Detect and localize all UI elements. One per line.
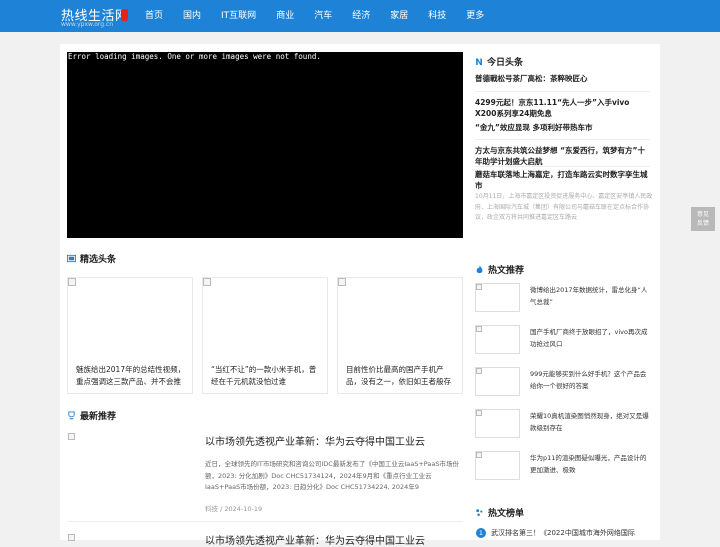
- logo-url: www.ypxw.org.cn: [61, 21, 114, 28]
- featured-card-title: 目前性价比最高的国产手机产品，没有之一，依旧如王者般存在: [346, 365, 451, 386]
- today-item[interactable]: 方太与京东共筑公益梦想 “东爱西行，筑梦有方”十年助学计划盛大启航: [475, 145, 650, 167]
- nav-item-home[interactable]: 首页: [135, 0, 173, 32]
- nav-item-more[interactable]: 更多: [456, 0, 494, 32]
- rank-item[interactable]: 武汉排名第三！《2022中国城市海外网络国际: [491, 528, 635, 538]
- recommend-thumb[interactable]: [475, 409, 520, 438]
- hot-rank-heading: 热文榜单: [475, 506, 524, 519]
- featured-heading: 精选头条: [67, 252, 116, 265]
- top-navbar: 热线生活网 www.ypxw.org.cn 首页 国内 IT互联网 商业 汽车 …: [0, 0, 720, 32]
- featured-card-title: 魅族给出2017年的总结性视频，重点强调这三款产品、并不会推出新品: [76, 365, 186, 386]
- n-icon: N: [475, 58, 483, 68]
- broken-image-icon: [338, 278, 346, 286]
- broken-image-icon: [476, 410, 482, 416]
- recommend-item[interactable]: 微博给出2017年数据统计，雷总化身“人气总裁”: [530, 284, 650, 308]
- nav-item-auto[interactable]: 汽车: [304, 0, 342, 32]
- featured-card-title: “当红不让”的一款小米手机，曾经在千元机就没怕过谁: [211, 365, 317, 386]
- recommend-thumb[interactable]: [475, 367, 520, 396]
- fire-icon: [476, 265, 483, 274]
- recommend-thumb[interactable]: [475, 325, 520, 354]
- featured-card[interactable]: 魅族给出2017年的总结性视频，重点强调这三款产品、并不会推出新品: [67, 277, 193, 394]
- broken-image-icon: [476, 326, 482, 332]
- broken-image-icon: [203, 278, 211, 286]
- latest-heading-label: 最新推荐: [80, 412, 117, 422]
- nav-item-business[interactable]: 商业: [266, 0, 304, 32]
- recommend-thumb[interactable]: [475, 283, 520, 312]
- today-item-desc: 10月11日，上海市嘉定区投资促进服务中心、嘉定区安亭镇人民政府、上海国际汽车城…: [475, 193, 653, 221]
- article-meta: 科技 / 2024-10-19: [205, 505, 263, 513]
- nav-item-economy[interactable]: 经济: [342, 0, 380, 32]
- divider: [475, 139, 650, 140]
- hot-recommend-heading: 热文推荐: [475, 263, 524, 276]
- logo-mark-icon: [121, 9, 128, 21]
- site-logo[interactable]: 热线生活网 www.ypxw.org.cn: [61, 5, 131, 29]
- trophy-icon: [68, 411, 75, 420]
- latest-heading: 最新推荐: [67, 409, 116, 422]
- recommend-item[interactable]: 荣耀10真机渲染图悄然现身，绝对又是爆款级别存在: [530, 410, 650, 434]
- banner-error-text: Error loading images. One or more images…: [68, 52, 321, 61]
- article-title[interactable]: 以市场领先透视产业革新：华为云夺得中国工业云: [205, 433, 425, 448]
- article-excerpt: 近日，全球领先的IT市场研究和咨询公司IDC最新发布了《中国工业云IaaS+Pa…: [205, 460, 460, 491]
- feedback-label-line1: 意见: [696, 211, 709, 218]
- nav-item-domestic[interactable]: 国内: [173, 0, 211, 32]
- today-heading: N 今日头条: [475, 55, 523, 68]
- divider: [475, 91, 650, 92]
- banner-slider[interactable]: Error loading images. One or more images…: [67, 52, 463, 238]
- nav-item-home-living[interactable]: 家居: [380, 0, 418, 32]
- hot-rank-heading-label: 热文榜单: [488, 509, 525, 519]
- featured-heading-label: 精选头条: [80, 255, 117, 265]
- featured-card[interactable]: 目前性价比最高的国产手机产品，没有之一，依旧如王者般存在: [337, 277, 463, 394]
- featured-card[interactable]: “当红不让”的一款小米手机，曾经在千元机就没怕过谁: [202, 277, 328, 394]
- hot-recommend-heading-label: 热文推荐: [488, 266, 525, 276]
- broken-image-icon: [476, 284, 482, 290]
- divider: [475, 166, 650, 167]
- recommend-item[interactable]: 国产手机厂商终于放眼招了，vivo再次成功抢过风口: [530, 326, 650, 350]
- main-nav: 首页 国内 IT互联网 商业 汽车 经济 家居 科技 更多: [135, 0, 494, 32]
- recommend-item[interactable]: 999元能够买到什么好手机？这个产品会给你一个很好的答案: [530, 368, 650, 392]
- today-item[interactable]: 普德戰松号茶厂高松：茶粹映匠心: [475, 73, 650, 84]
- spark-icon: [476, 509, 483, 517]
- featured-icon: [67, 254, 76, 263]
- recommend-thumb[interactable]: [475, 451, 520, 480]
- broken-image-icon: [476, 452, 482, 458]
- feedback-label-line2: 反馈: [696, 220, 709, 227]
- broken-image-icon: [68, 433, 75, 440]
- today-item[interactable]: 蘑菇车联落地上海嘉定，打造车路云实时数字孪生城市: [475, 169, 650, 191]
- nav-item-it[interactable]: IT互联网: [211, 0, 266, 32]
- nav-item-tech[interactable]: 科技: [418, 0, 456, 32]
- today-item[interactable]: “金九”效应显现 多项利好带热车市: [475, 122, 650, 133]
- divider: [68, 521, 463, 522]
- today-item[interactable]: 4299元起！京东11.11“先人一步”入手vivo X200系列享24期免息: [475, 97, 650, 119]
- broken-image-icon: [476, 368, 482, 374]
- broken-image-icon: [68, 278, 76, 286]
- feedback-button[interactable]: 意见 反馈: [691, 207, 715, 231]
- recommend-item[interactable]: 华为p11的渲染图疑似曝光，产品设计的更加激进、极致: [530, 452, 650, 476]
- today-heading-label: 今日头条: [487, 58, 524, 68]
- rank-number-badge: 1: [476, 528, 486, 538]
